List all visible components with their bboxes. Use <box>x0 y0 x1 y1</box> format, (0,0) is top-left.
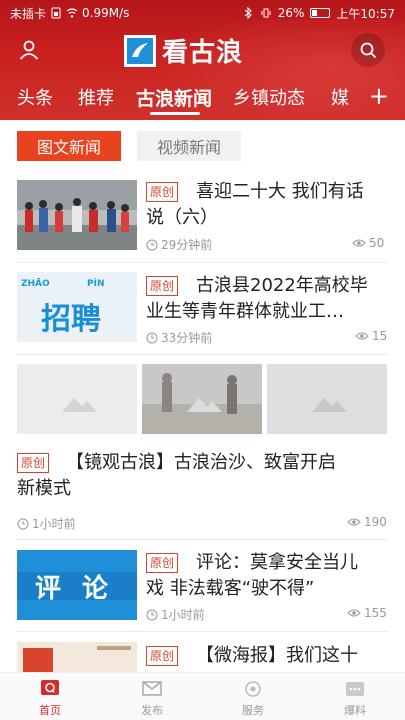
time-text: 1小时前 <box>32 517 76 531</box>
article-views: 190 <box>347 515 387 529</box>
app-logo: 看古浪 <box>124 32 243 69</box>
thumb-text: PÌN <box>87 279 105 289</box>
article-views: 15 <box>355 329 387 343</box>
article-title-line1: 【微海报】我们这十 <box>196 645 358 666</box>
nav-publish[interactable]: 发布 <box>122 679 182 718</box>
clock-icon <box>17 518 29 529</box>
time-text: 33分钟前 <box>161 331 213 345</box>
tab-township-news[interactable]: 乡镇动态 <box>233 84 305 110</box>
thumb-text: ZHĀO <box>21 279 50 289</box>
article-title-line2: 说（六） <box>146 207 218 228</box>
subtab-photo-news[interactable]: 图文新闻 <box>17 131 121 161</box>
list-divider <box>17 539 388 540</box>
publish-icon <box>142 681 162 696</box>
nav-label: 服务 <box>242 704 264 717</box>
article-title-line1: 古浪县2022年高校毕 <box>196 275 368 296</box>
battery-percent: 26% <box>277 6 305 20</box>
article-thumbnail: ZHĀO PÌN 招聘 <box>17 272 137 342</box>
eye-icon <box>355 332 369 340</box>
image-placeholder <box>267 364 387 434</box>
search-icon <box>360 42 376 58</box>
article-time: 1小时前 <box>146 606 205 623</box>
image-placeholder-icon <box>62 398 97 412</box>
sim-card-icon <box>51 7 61 19</box>
list-divider <box>17 354 388 355</box>
image-placeholder-icon <box>267 364 387 434</box>
views-count: 50 <box>369 236 385 250</box>
original-badge: 原创 <box>17 453 50 473</box>
image-placeholder <box>17 364 137 434</box>
thumb-text: 评 论 <box>35 574 115 604</box>
tab-headlines[interactable]: 头条 <box>17 84 53 110</box>
original-badge: 原创 <box>146 553 179 573</box>
article-thumbnail <box>142 364 262 434</box>
logo-mark-icon <box>124 34 156 67</box>
clock-icon <box>146 609 158 620</box>
article-title-line1: 评论：莫拿安全当儿 <box>196 552 358 573</box>
subtab-video-news[interactable]: 视频新闻 <box>137 131 241 161</box>
original-badge: 原创 <box>146 646 179 666</box>
original-badge: 原创 <box>146 276 179 296</box>
app-title: 看古浪 <box>162 38 244 68</box>
nav-home[interactable]: 首页 <box>20 679 80 718</box>
article-time: 1小时前 <box>17 515 76 532</box>
tab-gulang-news[interactable]: 古浪新闻 <box>136 84 212 111</box>
services-icon <box>245 681 261 697</box>
clock-icon <box>146 332 158 343</box>
eye-icon <box>347 609 361 617</box>
list-divider <box>17 262 388 263</box>
original-badge: 原创 <box>146 182 179 202</box>
channel-tabs: 头条 推荐 古浪新闻 乡镇动态 媒 + <box>0 80 405 118</box>
article-title-line2: 业生等青年群体就业工… <box>146 301 344 322</box>
battery-icon <box>310 8 331 18</box>
nav-label: 发布 <box>141 704 163 717</box>
app-header: 未插卡 0.99M/s 26% 上午10:57 看古浪 头条 推荐 古浪新闻 乡… <box>0 0 405 120</box>
article-time: 29分钟前 <box>146 236 212 253</box>
thumb-text: 招聘 <box>41 302 101 337</box>
status-bar: 未插卡 0.99M/s 26% 上午10:57 <box>0 0 405 26</box>
nav-tipoff[interactable]: 爆料 <box>325 679 385 718</box>
clock-icon <box>146 239 158 250</box>
user-icon <box>19 40 39 60</box>
add-channel-button[interactable]: + <box>369 82 389 110</box>
time-text: 29分钟前 <box>161 238 213 252</box>
article-thumbnail <box>17 180 137 250</box>
clock: 上午10:57 <box>336 6 395 21</box>
nav-label: 爆料 <box>344 704 366 717</box>
eye-icon <box>352 239 366 247</box>
home-icon <box>41 680 59 695</box>
top-bar: 看古浪 <box>0 30 405 70</box>
tab-recommend[interactable]: 推荐 <box>78 84 114 110</box>
views-count: 190 <box>364 515 387 529</box>
sim-status: 未插卡 <box>10 6 47 21</box>
bluetooth-icon <box>244 7 252 19</box>
article-title-line1: 【镜观古浪】古浪治沙、致富开启 <box>66 452 336 473</box>
eye-icon <box>347 518 361 526</box>
tipoff-icon <box>346 682 364 696</box>
network-speed: 0.99M/s <box>82 6 130 20</box>
article-title-line2: 戏 非法载客“驶不得” <box>146 578 315 599</box>
vibrate-icon <box>261 8 271 18</box>
bottom-navigation: 首页 发布 服务 爆料 <box>0 672 405 720</box>
list-divider <box>17 631 388 632</box>
article-views: 155 <box>347 606 387 620</box>
article-views: 50 <box>352 236 384 250</box>
time-text: 1小时前 <box>161 608 205 622</box>
nav-label: 首页 <box>39 704 61 717</box>
search-button[interactable] <box>351 33 385 67</box>
user-profile-button[interactable] <box>12 33 46 67</box>
article-time: 33分钟前 <box>146 329 212 346</box>
nav-services[interactable]: 服务 <box>223 679 283 718</box>
article-title-line2: 新模式 <box>17 478 71 499</box>
active-tab-indicator <box>150 112 200 115</box>
tab-media[interactable]: 媒 <box>331 84 349 110</box>
views-count: 155 <box>364 606 387 620</box>
wifi-icon <box>66 8 78 18</box>
article-thumbnail <box>17 642 137 672</box>
article-title-line1: 喜迎二十大 我们有话 <box>196 181 364 202</box>
article-thumbnail: 评 论 <box>17 550 137 620</box>
views-count: 15 <box>372 329 388 343</box>
